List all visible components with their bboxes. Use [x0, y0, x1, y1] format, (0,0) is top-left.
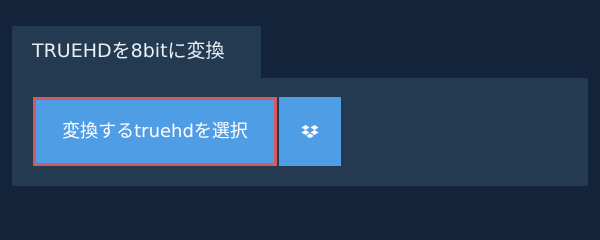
select-file-button[interactable]: 変換するtruehdを選択	[33, 97, 277, 166]
select-file-label: 変換するtruehdを選択	[62, 120, 248, 142]
dropbox-icon	[301, 124, 319, 140]
dropbox-button[interactable]	[279, 97, 341, 166]
title-tab: TRUEHDを8bitに変換	[12, 26, 261, 78]
page-title: TRUEHDを8bitに変換	[32, 40, 225, 62]
